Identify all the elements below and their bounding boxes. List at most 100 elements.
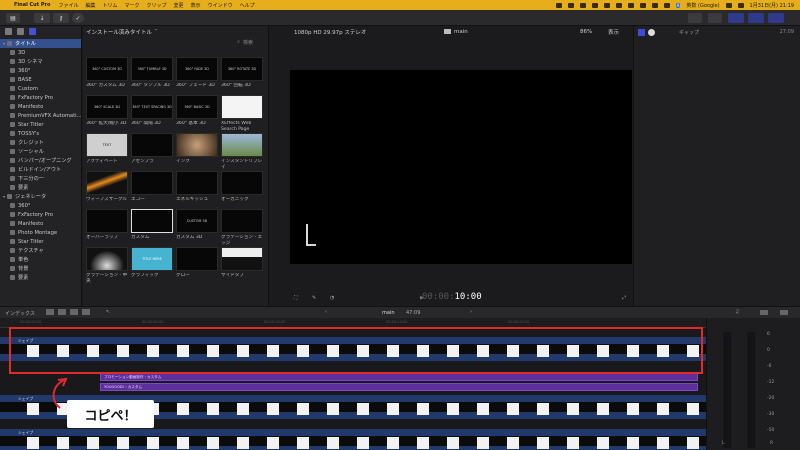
background-tasks-button[interactable]: ✓: [72, 13, 84, 23]
sidebar-item[interactable]: Star Titler: [0, 120, 81, 129]
sidebar-item[interactable]: 3D: [0, 48, 81, 57]
browser-item[interactable]: インスタントリプレイ: [221, 133, 265, 170]
index-button[interactable]: インデックス: [5, 310, 35, 317]
browser-item[interactable]: グラデーション - エッジ: [221, 209, 265, 246]
sidebar-item[interactable]: Photo Montage: [0, 228, 81, 237]
browser-item[interactable]: グラデーション - 中央: [86, 247, 130, 284]
title-clip[interactable]: プロモーション動画制作・カスタム: [100, 373, 698, 381]
bluetooth-icon[interactable]: [639, 2, 646, 8]
sidebar-group[interactable]: ▾ タイトル: [0, 39, 81, 48]
browser-item[interactable]: オーガニック: [221, 171, 265, 208]
sidebar-item[interactable]: FxFactory Pro: [0, 93, 81, 102]
menu-mark[interactable]: マーク: [125, 2, 140, 9]
browser-item[interactable]: 360° FADE 3D 360° フェード 3D: [176, 57, 220, 94]
status-app-icon[interactable]: [615, 2, 622, 8]
browser-item[interactable]: エコー: [131, 171, 175, 208]
timecode-display[interactable]: 00:00:10:00: [422, 292, 482, 302]
menu-file[interactable]: ファイル: [58, 2, 78, 9]
input-method-label[interactable]: 英数 (Google): [686, 2, 719, 9]
wifi-icon[interactable]: [663, 2, 670, 8]
status-app-icon[interactable]: [603, 2, 610, 8]
status-app-icon[interactable]: [567, 2, 574, 8]
browser-title[interactable]: インストール済みタイトル: [86, 28, 152, 36]
sidebar-item[interactable]: Custom: [0, 84, 81, 93]
browser-item[interactable]: CUSTOM 3D カスタム 3D: [176, 209, 220, 246]
back-arrow-icon[interactable]: ‹: [325, 309, 327, 315]
menu-view[interactable]: 表示: [191, 2, 201, 9]
browser-item[interactable]: オーバーラップ: [86, 209, 130, 246]
sidebar-item[interactable]: Manifesto: [0, 219, 81, 228]
clock[interactable]: 1月31日(月) 21:19: [750, 2, 794, 9]
status-app-icon[interactable]: [555, 2, 562, 8]
titles-generators-icon[interactable]: [29, 28, 36, 35]
connect-clip-icon[interactable]: [46, 309, 54, 315]
sidebar-item[interactable]: クレジット: [0, 138, 81, 147]
browser-item[interactable]: サイドタブ: [221, 247, 265, 284]
sidebar-item[interactable]: 単色: [0, 255, 81, 264]
sidebar-item[interactable]: BASE: [0, 75, 81, 84]
transform-tool-icon[interactable]: ⛶: [294, 295, 298, 301]
title-clip[interactable]: YOUGOOD!・カスタム: [100, 383, 698, 391]
menu-modify[interactable]: 変更: [174, 2, 184, 9]
sidebar-item[interactable]: テクスチャ: [0, 246, 81, 255]
share-options-button[interactable]: [708, 13, 722, 23]
import-button[interactable]: ↓: [34, 13, 50, 23]
search-field[interactable]: ⌕ 検索: [83, 37, 268, 47]
control-center-icon[interactable]: [737, 2, 744, 8]
input-method-badge[interactable]: A: [675, 2, 681, 8]
sidebar-item[interactable]: ソーシャル: [0, 147, 81, 156]
insert-clip-icon[interactable]: [58, 309, 66, 315]
info-icon[interactable]: [648, 28, 655, 36]
layout-timeline-toggle[interactable]: [748, 13, 764, 23]
speed-tool-icon[interactable]: ◔: [330, 295, 334, 301]
sidebar-item[interactable]: 要素: [0, 183, 81, 192]
sidebar-item[interactable]: FxFactory Pro: [0, 210, 81, 219]
sidebar-item[interactable]: バンパー/オープニング: [0, 156, 81, 165]
sidebar-item[interactable]: 3D シネマ: [0, 57, 81, 66]
status-app-icon[interactable]: [579, 2, 586, 8]
video-inspector-tab[interactable]: [638, 28, 645, 36]
clip-appearance-icon[interactable]: [760, 310, 768, 315]
sidebar-item[interactable]: 要素: [0, 273, 81, 282]
browser-item[interactable]: アセンブラ: [131, 133, 175, 170]
browser-item[interactable]: インク: [176, 133, 220, 170]
sidebar-group[interactable]: ▾ ジェネレータ: [0, 192, 81, 201]
fullscreen-icon[interactable]: ⤢: [622, 295, 626, 301]
sidebar-item[interactable]: Manifesto: [0, 102, 81, 111]
timeline-track[interactable]: シェイプ: [0, 429, 706, 450]
timeline-project[interactable]: main: [382, 310, 395, 316]
sidebar-item[interactable]: ビルドイン/アウト: [0, 165, 81, 174]
chevron-down-icon[interactable]: ⌃: [154, 29, 159, 35]
append-clip-icon[interactable]: [70, 309, 78, 315]
browser-item[interactable]: ウィーブズサークル: [86, 171, 130, 208]
sidebar-item[interactable]: Star Titler: [0, 237, 81, 246]
viewer-canvas[interactable]: [290, 70, 632, 264]
search-icon[interactable]: [725, 2, 732, 8]
app-menu[interactable]: Final Cut Pro: [14, 2, 50, 8]
browser-item[interactable]: TEXT アクティベート: [86, 133, 130, 170]
status-app-icon[interactable]: [591, 2, 598, 8]
browser-item[interactable]: 360° SCALE 3D 360° 拡大/縮小 3D: [86, 95, 130, 132]
browser-item[interactable]: 360° BASIC 3D 360° 基本 3D: [176, 95, 220, 132]
menu-trim[interactable]: トリム: [102, 2, 117, 9]
sidebar-item[interactable]: 背景: [0, 264, 81, 273]
browser-item[interactable]: 360° TUMBLE 3D 360° タンブル 3D: [131, 57, 175, 94]
sidebar-item[interactable]: 下三分の一: [0, 174, 81, 183]
menu-window[interactable]: ウインドウ: [208, 2, 233, 9]
layout-browser-toggle[interactable]: [728, 13, 744, 23]
forward-arrow-icon[interactable]: ›: [470, 309, 472, 315]
sidebar-item[interactable]: 360°: [0, 66, 81, 75]
select-tool-icon[interactable]: ↖: [106, 309, 110, 315]
browser-item[interactable]: 360° TEXT SPACING 3D 360° 間隔 3D: [131, 95, 175, 132]
library-button[interactable]: ▤: [6, 13, 20, 23]
keyword-button[interactable]: ⚷: [53, 13, 69, 23]
sidebar-item[interactable]: TOSSY's: [0, 129, 81, 138]
zoom-popup[interactable]: 86%: [580, 29, 592, 35]
audio-meter-icon[interactable]: ♫: [735, 309, 739, 315]
view-popup[interactable]: 表示: [608, 28, 619, 36]
share-button[interactable]: [688, 13, 702, 23]
layout-inspector-toggle[interactable]: [768, 13, 784, 23]
browser-item[interactable]: エネルギッシュ: [176, 171, 220, 208]
browser-item[interactable]: 360° ROTATE 3D 360° 回転 3D: [221, 57, 265, 94]
status-app-icon[interactable]: [627, 2, 634, 8]
